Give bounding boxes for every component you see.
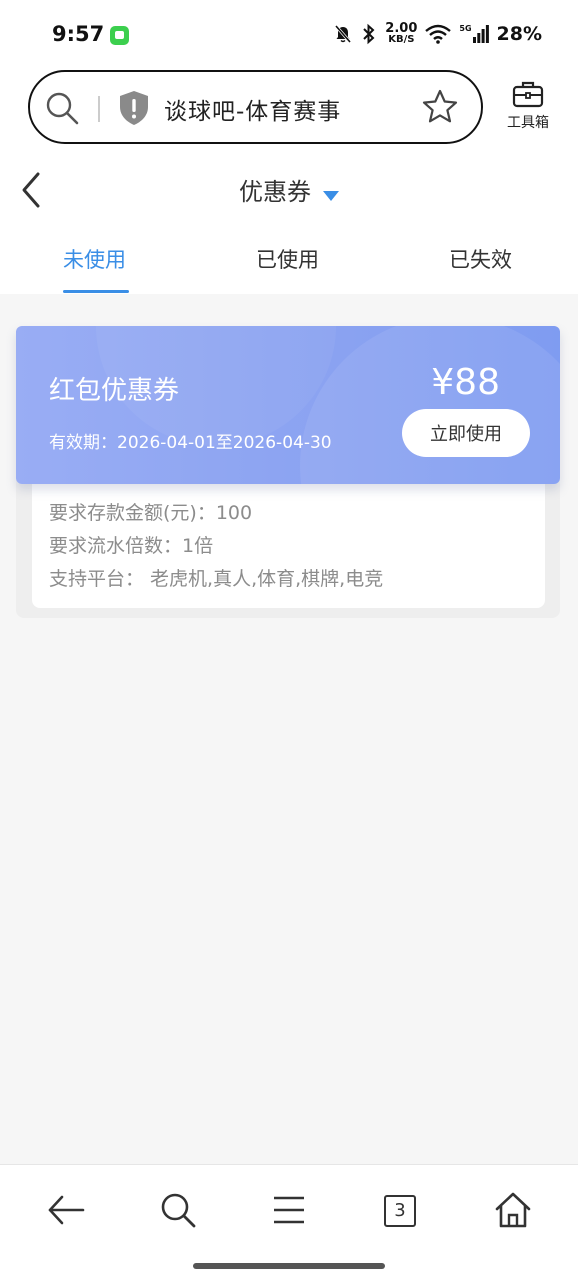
coupon-amount: ¥88 <box>431 362 500 403</box>
page-title-dropdown[interactable]: 优惠券 <box>0 172 578 207</box>
address-bar[interactable]: 谈球吧-体育赛事 <box>28 70 483 144</box>
tab-expired[interactable]: 已失效 <box>449 244 512 274</box>
status-icons: 2.00 KB/S 5G 28% <box>333 22 542 45</box>
active-tab-indicator <box>63 290 129 293</box>
coupon-status-tabs: 未使用 已使用 已失效 <box>0 226 578 294</box>
coupon-details: 要求存款金额(元)：100 要求流水倍数：1倍 支持平台： 老虎机,真人,体育,… <box>32 484 545 608</box>
signal-indicator: 5G <box>459 23 489 43</box>
coupon-decoration <box>300 326 560 484</box>
page-url-title[interactable]: 谈球吧-体育赛事 <box>164 92 341 126</box>
menu-icon[interactable] <box>270 1191 308 1229</box>
caret-down-icon[interactable] <box>323 190 339 201</box>
message-app-icon <box>110 26 129 45</box>
coupon-card: 红包优惠券 有效期：2026-04-01至2026-04-30 ¥88 立即使用 <box>16 326 560 484</box>
browser-toolbar: 谈球吧-体育赛事 工具箱 <box>0 60 578 152</box>
coupon-name: 红包优惠券 <box>49 376 180 406</box>
search-icon[interactable] <box>44 90 80 126</box>
bell-muted-icon <box>335 24 352 43</box>
tab-unused[interactable]: 未使用 <box>63 244 126 274</box>
address-divider <box>98 96 100 122</box>
toolbox-label: 工具箱 <box>507 115 549 131</box>
back-arrow-icon[interactable] <box>47 1191 85 1229</box>
wifi-icon <box>425 24 452 44</box>
network-speed-unit: KB/S <box>388 34 415 45</box>
page-title[interactable]: 优惠券 <box>239 178 311 206</box>
search-icon[interactable] <box>159 1191 197 1229</box>
open-tabs-count-button[interactable]: 3 <box>384 1195 416 1227</box>
coupon-scallop-edge <box>16 326 21 484</box>
home-indicator-bar[interactable] <box>193 1263 385 1269</box>
network-type: 5G <box>459 23 472 33</box>
toolbox-button[interactable]: 工具箱 <box>500 80 556 136</box>
status-time: 9:57 <box>52 22 105 46</box>
home-icon[interactable] <box>494 1191 532 1229</box>
battery-level: 28% <box>496 22 542 45</box>
shield-warning-icon[interactable] <box>118 90 150 126</box>
use-now-button[interactable]: 立即使用 <box>402 409 530 457</box>
supported-platforms: 支持平台： 老虎机,真人,体育,棋牌,电竞 <box>49 568 384 590</box>
toolbox-icon <box>512 81 544 108</box>
browser-bottom-nav: 3 <box>0 1164 578 1280</box>
deposit-requirement: 要求存款金额(元)：100 <box>49 502 253 524</box>
tab-used[interactable]: 已使用 <box>256 244 319 274</box>
bookmark-star-icon[interactable] <box>421 88 459 126</box>
coupon-validity: 有效期：2026-04-01至2026-04-30 <box>49 433 332 453</box>
network-speed: 2.00 KB/S <box>385 22 417 45</box>
bluetooth-icon <box>363 23 375 44</box>
coupon-scallop-edge <box>555 326 560 484</box>
turnover-requirement: 要求流水倍数：1倍 <box>49 535 214 557</box>
page-header: 优惠券 <box>0 152 578 226</box>
signal-icon <box>472 24 489 43</box>
